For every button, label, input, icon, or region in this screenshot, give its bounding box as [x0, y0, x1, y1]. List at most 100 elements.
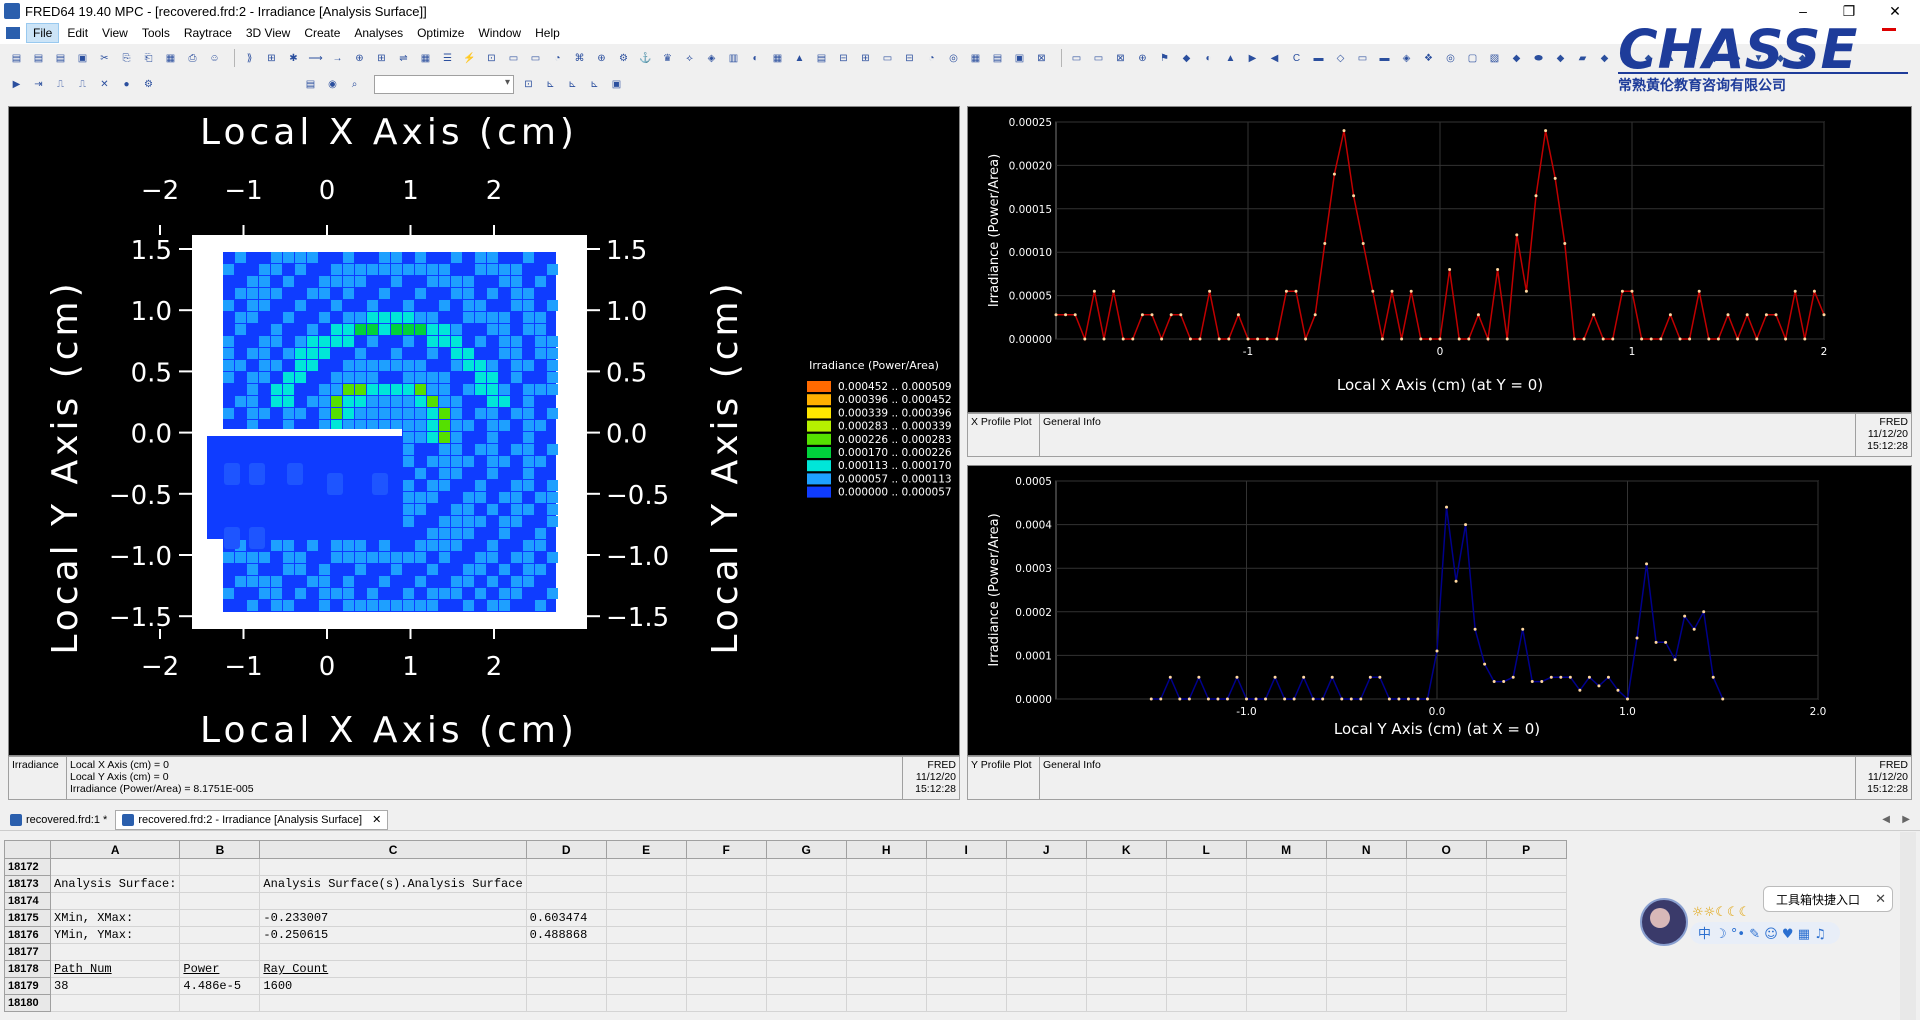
- row-header[interactable]: 18179: [4, 977, 51, 995]
- toolbar-tool-icon[interactable]: ⚙: [615, 50, 632, 67]
- sheet-cell[interactable]: [685, 926, 767, 944]
- sheet-cell[interactable]: [1485, 892, 1567, 910]
- sheet-cell[interactable]: [1005, 926, 1087, 944]
- sheet-cell[interactable]: [1245, 943, 1327, 961]
- sheet-cell[interactable]: [525, 858, 607, 876]
- sheet-cell[interactable]: [1325, 960, 1407, 978]
- toolbar-tool-icon[interactable]: ▭: [1090, 50, 1107, 67]
- zoom-icon[interactable]: ⌕: [346, 76, 363, 93]
- toolbar-tool-icon[interactable]: ⬬: [1530, 50, 1547, 67]
- toolbar-tool-icon[interactable]: ⊞: [857, 50, 874, 67]
- toolbar-tool-icon[interactable]: ⟫: [241, 50, 258, 67]
- row-header[interactable]: 18180: [4, 994, 51, 1012]
- sheet-cell[interactable]: [1325, 994, 1407, 1012]
- column-header[interactable]: G: [765, 840, 847, 859]
- toolbar-tool-icon[interactable]: ▤: [813, 50, 830, 67]
- sheet-cell[interactable]: [1325, 875, 1407, 893]
- sheet-cell[interactable]: [1405, 926, 1487, 944]
- sheet-cell[interactable]: [1165, 858, 1247, 876]
- sheet-cell[interactable]: Ray Count: [259, 960, 527, 978]
- play-icon[interactable]: ▶: [8, 76, 25, 93]
- sheet-cell[interactable]: [1085, 858, 1167, 876]
- column-header[interactable]: O: [1405, 840, 1487, 859]
- sheet-cell[interactable]: [765, 875, 847, 893]
- sheet-cell[interactable]: [1245, 909, 1327, 927]
- toolbar-tool-icon[interactable]: ⊠: [1112, 50, 1129, 67]
- sheet-cell[interactable]: [765, 943, 847, 961]
- sheet-cell[interactable]: [925, 858, 1007, 876]
- sheet-cell[interactable]: [1245, 875, 1327, 893]
- sheet-cell[interactable]: [1245, 994, 1327, 1012]
- sheet-cell[interactable]: YMin, YMax:: [49, 926, 181, 944]
- sheet-cell[interactable]: [845, 960, 927, 978]
- sheet-cell[interactable]: [685, 943, 767, 961]
- sheet-cell[interactable]: [765, 994, 847, 1012]
- column-header[interactable]: A: [49, 840, 181, 859]
- sheet-cell[interactable]: [1325, 909, 1407, 927]
- toolbar-tool-icon[interactable]: ⎙: [184, 50, 201, 67]
- column-header[interactable]: N: [1325, 840, 1407, 859]
- dot-icon[interactable]: ●: [118, 76, 135, 93]
- toolbar-tool-icon[interactable]: ▧: [1486, 50, 1503, 67]
- sheet-cell[interactable]: [1085, 892, 1167, 910]
- sheet-cell[interactable]: [605, 892, 687, 910]
- sheet-cell[interactable]: [1165, 909, 1247, 927]
- minimize-button[interactable]: –: [1780, 0, 1826, 22]
- toolbox-tooltip[interactable]: 工具箱快捷入口 ✕: [1763, 886, 1893, 912]
- step-icon[interactable]: ⇥: [30, 76, 47, 93]
- toolbar-tool-icon[interactable]: ▲: [791, 50, 808, 67]
- sheet-cell[interactable]: [925, 943, 1007, 961]
- toolbar-tool-icon[interactable]: →: [329, 50, 346, 67]
- sheet-cell[interactable]: [49, 858, 181, 876]
- sheet-cell[interactable]: [1245, 858, 1327, 876]
- sheet-cell[interactable]: 0.488868: [525, 926, 607, 944]
- toolbar-tool-icon[interactable]: ▦: [769, 50, 786, 67]
- toolbar-tool-icon[interactable]: ⎗: [140, 50, 157, 67]
- sheet-cell[interactable]: [259, 994, 527, 1012]
- sheet-cell[interactable]: [845, 943, 927, 961]
- menu-help[interactable]: Help: [529, 24, 566, 42]
- sheet-cell[interactable]: [1485, 943, 1567, 961]
- close-button[interactable]: ✕: [1872, 0, 1918, 22]
- sheet-cell[interactable]: [765, 926, 847, 944]
- toolbar-tool-icon[interactable]: ⎘: [118, 50, 135, 67]
- sheet-cell[interactable]: [1085, 926, 1167, 944]
- column-header[interactable]: P: [1485, 840, 1567, 859]
- row-header[interactable]: 18175: [4, 909, 51, 927]
- sheet-cell[interactable]: [925, 960, 1007, 978]
- sheet-cell[interactable]: [845, 892, 927, 910]
- sheet-cell[interactable]: [765, 960, 847, 978]
- toolbar-tool-icon[interactable]: ▦: [162, 50, 179, 67]
- menu-tools[interactable]: Tools: [136, 24, 176, 42]
- sheet-cell[interactable]: [525, 977, 607, 995]
- x-profile-pane[interactable]: 0.00000 0.00005 0.00010 0.00015 0.00020 0.000…: [967, 106, 1912, 413]
- sheet-cell[interactable]: [1405, 909, 1487, 927]
- sheet-cell[interactable]: [1005, 977, 1087, 995]
- sheet-cell[interactable]: [1325, 926, 1407, 944]
- sheet-cell[interactable]: [1485, 960, 1567, 978]
- sheet-cell[interactable]: -0.250615: [259, 926, 527, 944]
- toolbar-tool-icon[interactable]: ⊕: [351, 50, 368, 67]
- toolbar-tool-icon[interactable]: ⊞: [263, 50, 280, 67]
- irradiance-pane[interactable]: Local X Axis (cm) Local X Axis (cm) Loca…: [8, 106, 960, 756]
- sheet-cell[interactable]: -0.233007: [259, 909, 527, 927]
- toolbar-tool-icon[interactable]: ◔: [923, 50, 940, 67]
- toolbar-tool-icon[interactable]: ⟶: [307, 50, 324, 67]
- sheet-cell[interactable]: [845, 858, 927, 876]
- row-header[interactable]: 18177: [4, 943, 51, 961]
- toolbar-tool-icon[interactable]: ⚓: [637, 50, 654, 67]
- sheet-cell[interactable]: [1325, 943, 1407, 961]
- sheet-cell[interactable]: [765, 892, 847, 910]
- toolbar-tool-icon[interactable]: ▤: [8, 50, 25, 67]
- toolbar-tool-icon[interactable]: ▭: [1068, 50, 1085, 67]
- toolbar-tool-icon[interactable]: ◔: [549, 50, 566, 67]
- toolbar-tool-icon[interactable]: ▤: [30, 50, 47, 67]
- trace-icon[interactable]: ⎍: [52, 76, 69, 93]
- column-header[interactable]: M: [1245, 840, 1327, 859]
- toolbar-tool-icon[interactable]: ⌘: [571, 50, 588, 67]
- sheet-cell[interactable]: [1085, 875, 1167, 893]
- sheet-cell[interactable]: Analysis Surface(s).Analysis Surface: [259, 875, 527, 893]
- toolbar-tool-icon[interactable]: ☺: [206, 50, 223, 67]
- sheet-cell[interactable]: [179, 858, 261, 876]
- sheet-cell[interactable]: [1005, 943, 1087, 961]
